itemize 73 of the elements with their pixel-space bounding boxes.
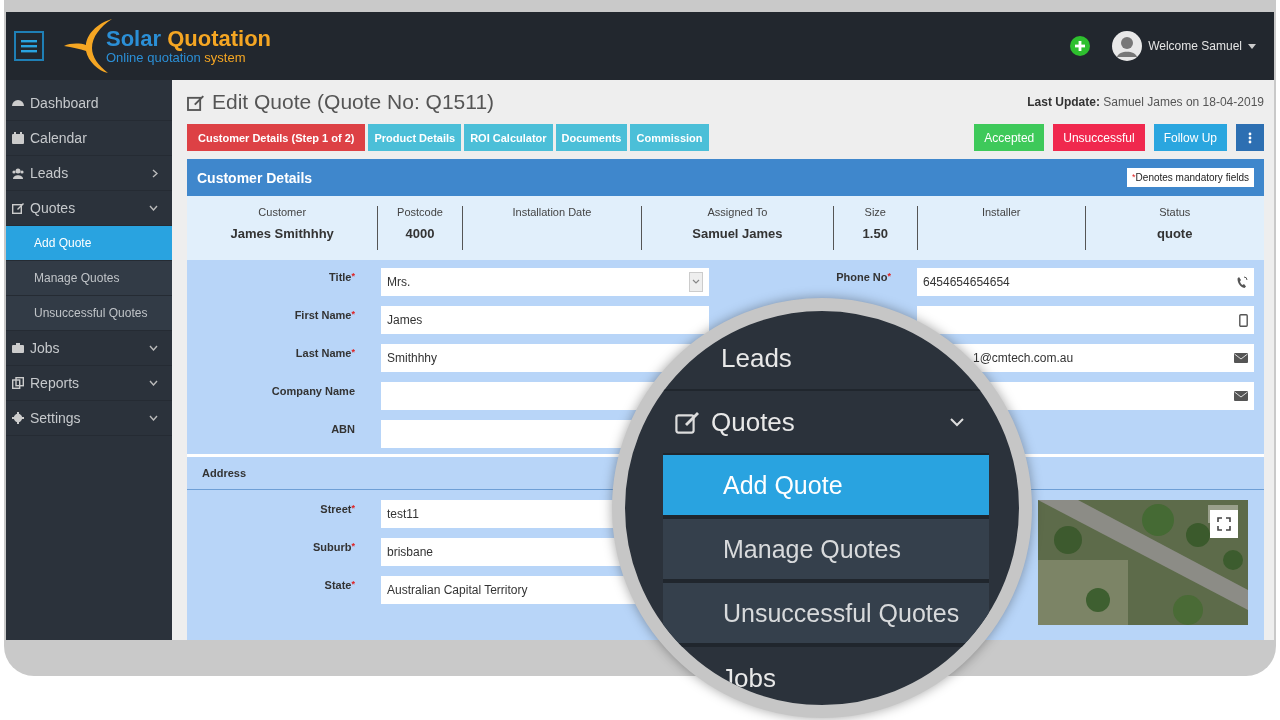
envelope-icon: [1234, 353, 1248, 363]
field-label: Suburb*: [312, 540, 355, 553]
users-icon: [12, 167, 24, 179]
field-label: ABN: [330, 422, 355, 435]
field-label: State*: [323, 578, 355, 591]
copy-icon: [12, 377, 24, 389]
logo-title: Solar Quotation: [106, 27, 271, 51]
briefcase-icon: [12, 342, 24, 354]
step-tab[interactable]: Customer Details (Step 1 of 2): [187, 124, 366, 151]
summary-heading: Customer: [258, 206, 307, 218]
dropdown-icon: [689, 272, 703, 292]
chevron-right-icon: [152, 168, 158, 178]
chevron-down-icon: [149, 345, 158, 351]
page-title: Edit Quote (Quote No: Q1511): [212, 90, 495, 114]
field-label: Title*: [328, 270, 355, 283]
menu-subitem[interactable]: Manage Quotes: [663, 519, 989, 583]
field-label: First Name*: [293, 308, 355, 321]
chevron-down-icon: [949, 417, 965, 427]
chevron-down-icon: [149, 415, 158, 421]
menu-subitem[interactable]: Unsuccessful Quotes: [663, 583, 989, 647]
summary-heading: Assigned To: [707, 206, 768, 218]
sidebar-item[interactable]: Settings: [6, 401, 172, 436]
fullscreen-button[interactable]: [1210, 510, 1238, 538]
summary-heading: Postcode: [397, 206, 443, 218]
menu-button[interactable]: [14, 31, 44, 61]
input-field[interactable]: James: [381, 306, 709, 334]
input-field[interactable]: 6454654654654: [917, 268, 1254, 296]
sidebar-item[interactable]: Calendar: [6, 121, 172, 156]
chevron-down-icon: [149, 380, 158, 386]
field-label: Last Name*: [294, 346, 355, 359]
menu-icon: [19, 38, 39, 54]
mandatory-note: *Denotes mandatory fields: [1127, 168, 1254, 187]
last-update: Last Update: Samuel James on 18-04-2019: [1027, 95, 1264, 109]
sidebar-item[interactable]: Dashboard: [6, 86, 172, 121]
sidebar-item[interactable]: Leads: [6, 156, 172, 191]
caret-icon: [1248, 43, 1256, 49]
summary-value: 4000: [405, 226, 435, 241]
edit-icon: [12, 202, 24, 214]
fullscreen-icon: [1217, 517, 1231, 531]
logo-subtitle: Online quotation system: [106, 51, 246, 65]
phone-icon: [1236, 275, 1248, 289]
field-label: Street*: [319, 502, 355, 515]
avatar-icon[interactable]: [1112, 31, 1143, 61]
summary-value: James Smithhhy: [230, 226, 334, 241]
sidebar-subitem[interactable]: Unsuccessful Quotes: [6, 296, 172, 331]
field-label: Phone No*: [836, 271, 891, 283]
gauge-icon: [12, 97, 24, 109]
sidebar-subitem[interactable]: Manage Quotes: [6, 261, 172, 296]
summary-heading: Status: [1159, 206, 1191, 218]
input-field[interactable]: [917, 306, 1254, 334]
summary-heading: Installation Date: [512, 206, 592, 218]
panel-title: Customer Details: [197, 169, 313, 186]
edit-icon: [187, 93, 204, 111]
summary-value: 1.50: [862, 226, 888, 241]
more-icon: [1248, 131, 1252, 144]
field-label: Company Name: [270, 384, 355, 397]
select-field[interactable]: Mrs.: [381, 268, 709, 296]
sidebar-item[interactable]: Jobs: [6, 331, 172, 366]
user-menu[interactable]: Welcome Samuel: [1148, 35, 1256, 57]
gear-icon: [12, 412, 24, 424]
envelope-icon: [1234, 391, 1248, 401]
calendar-icon: [12, 132, 24, 144]
edit-icon: [675, 410, 699, 434]
status-button[interactable]: Unsuccessful: [1053, 124, 1145, 151]
summary-heading: Size: [864, 206, 886, 218]
add-icon[interactable]: [1070, 36, 1091, 56]
summary-heading: Installer: [981, 206, 1021, 218]
sidebar-item[interactable]: Reports: [6, 366, 172, 401]
summary-value: Samuel James: [692, 226, 783, 241]
mobile-icon: [1239, 313, 1248, 327]
chevron-down-icon: [149, 205, 158, 211]
summary-value: quote: [1157, 226, 1193, 241]
section-title: Address: [202, 467, 247, 479]
